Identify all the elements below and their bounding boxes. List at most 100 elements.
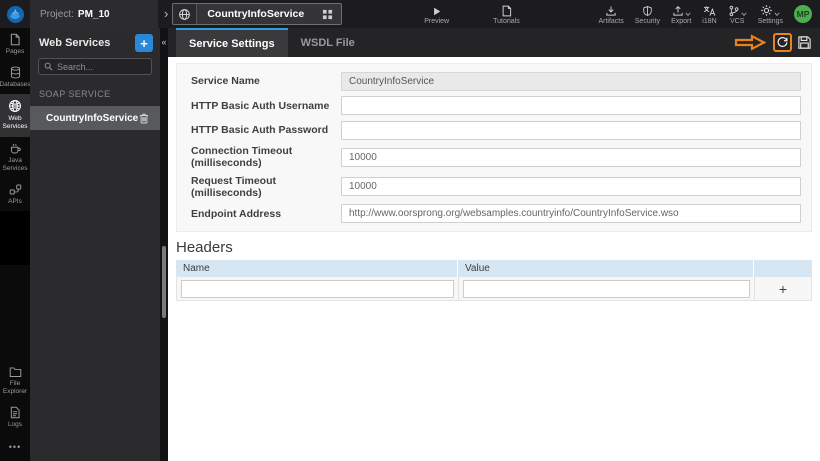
save-button[interactable] <box>797 35 812 50</box>
vcs-button[interactable]: VCS <box>728 4 747 25</box>
download-icon <box>605 4 617 17</box>
chevron-down-icon <box>774 11 780 16</box>
sidebar-item-file-explorer[interactable]: File Explorer <box>0 361 30 401</box>
artifacts-label: Artifacts <box>598 17 624 25</box>
refresh-icon <box>777 37 788 47</box>
chevron-down-icon <box>741 11 747 16</box>
request-timeout-label: Request Timeout (milliseconds) <box>191 174 276 199</box>
service-tab-countryinfoservice[interactable]: CountryInfoService <box>172 3 343 25</box>
request-timeout-field[interactable] <box>341 177 801 197</box>
file-explorer-label: File Explorer <box>2 379 28 395</box>
database-icon <box>10 66 20 79</box>
headers-table-head: Name Value <box>176 260 812 277</box>
settings-label: Settings <box>757 17 783 25</box>
header-value-input[interactable] <box>463 279 750 298</box>
i18n-button[interactable]: i18N <box>702 4 717 25</box>
preview-label: Preview <box>424 17 450 25</box>
add-header-row-button[interactable]: + <box>779 282 787 296</box>
tab-service-settings[interactable]: Service Settings <box>176 28 288 57</box>
user-avatar[interactable]: MP <box>794 5 812 23</box>
service-name-label: Service Name <box>191 75 260 88</box>
body: Pages Databases Web Services Java Servic… <box>0 28 820 461</box>
shield-icon <box>642 4 653 17</box>
soap-service-section-title: SOAP SERVICE <box>39 89 111 99</box>
document-icon <box>501 4 512 17</box>
scrollbar-thumb[interactable] <box>162 246 166 318</box>
form-row: Service Name <box>191 71 801 91</box>
headers-table-row: + <box>176 277 812 301</box>
panel-collapse-strip: « <box>160 28 168 461</box>
pages-label: Pages <box>5 48 25 55</box>
left-icon-rail: Pages Databases Web Services Java Servic… <box>0 28 31 461</box>
more-options-icon[interactable]: ••• <box>9 442 21 452</box>
search-input[interactable] <box>57 61 146 72</box>
sidebar-item-web-services[interactable]: Web Services <box>0 94 30 137</box>
sidebar-item-logs[interactable]: Logs <box>0 401 30 434</box>
globe-icon <box>9 100 21 113</box>
name-column-header: Name <box>176 260 458 277</box>
annotation-arrow-icon <box>734 34 766 51</box>
preview-button[interactable]: Preview <box>424 4 449 25</box>
search-icon <box>44 62 53 71</box>
headers-section-title: Headers <box>176 239 233 256</box>
connection-timeout-label: Connection Timeout (milliseconds) <box>191 145 293 170</box>
security-label: Security <box>634 17 661 25</box>
service-search[interactable] <box>38 58 152 75</box>
gear-icon <box>761 4 773 16</box>
headers-table: Name Value + <box>176 260 812 301</box>
settings-button[interactable]: Settings <box>758 4 783 25</box>
web-services-label: Web Services <box>2 115 28 131</box>
http-username-field[interactable] <box>341 96 801 116</box>
grid-switcher-icon[interactable] <box>314 9 341 20</box>
project-selector[interactable]: Project: PM_10 <box>30 0 158 28</box>
http-username-label: HTTP Basic Auth Username <box>191 99 330 112</box>
actions-column-header <box>754 260 812 277</box>
tutorials-button[interactable]: Tutorials <box>493 4 520 25</box>
sidebar-item-apis[interactable]: APIs <box>0 178 30 211</box>
folder-icon <box>9 367 21 377</box>
endpoint-address-label: Endpoint Address <box>191 207 282 220</box>
sidebar-item-java-services[interactable]: Java Services <box>0 137 30 178</box>
add-service-button[interactable]: + <box>135 34 153 52</box>
list-item-countryinfoservice[interactable]: CountryInfoService <box>30 106 160 130</box>
top-bar: Project: PM_10 › CountryInfoService Prev… <box>0 0 820 28</box>
tab-wsdl-file[interactable]: WSDL File <box>288 28 368 57</box>
web-services-panel: Web Services + SOAP SERVICE CountryInfoS… <box>30 28 160 461</box>
export-label: Export <box>671 17 692 25</box>
http-password-label: HTTP Basic Auth Password <box>191 124 329 137</box>
reload-service-button[interactable] <box>773 33 792 52</box>
form-row: Request Timeout (milliseconds) <box>191 175 801 199</box>
logs-label: Logs <box>7 420 23 428</box>
globe-icon <box>173 4 198 24</box>
main-area: Service Settings WSDL File Service Name … <box>168 28 820 461</box>
branch-icon <box>729 5 739 16</box>
service-tab-label: CountryInfoService <box>207 8 305 20</box>
vcs-label: VCS <box>730 17 745 25</box>
project-label: Project: <box>40 8 74 20</box>
play-icon <box>431 4 442 17</box>
topbar-actions: Artifacts Security Export i18N VCS Setti… <box>598 4 820 25</box>
header-name-input[interactable] <box>181 279 454 298</box>
translate-icon <box>703 4 716 17</box>
sidebar-item-pages[interactable]: Pages <box>0 28 30 61</box>
export-button[interactable]: Export <box>671 4 691 25</box>
i18n-label: i18N <box>702 17 717 25</box>
http-password-field[interactable] <box>341 120 801 140</box>
security-button[interactable]: Security <box>635 4 660 25</box>
sidebar-item-databases[interactable]: Databases <box>0 61 31 94</box>
connector-icon <box>9 184 21 195</box>
upload-icon <box>673 5 683 16</box>
java-services-label: Java Services <box>2 156 28 172</box>
service-settings-content: Service Name HTTP Basic Auth Username HT… <box>168 57 820 461</box>
service-settings-form: Service Name HTTP Basic Auth Username HT… <box>176 63 812 232</box>
artifacts-button[interactable]: Artifacts <box>598 4 624 25</box>
endpoint-address-field[interactable] <box>341 204 801 224</box>
apis-label: APIs <box>8 197 22 205</box>
connection-timeout-field[interactable] <box>341 147 801 167</box>
project-name: PM_10 <box>77 8 110 20</box>
form-row: HTTP Basic Auth Username <box>191 96 801 116</box>
rail-divider <box>0 210 30 265</box>
wavemaker-logo[interactable] <box>0 0 30 28</box>
delete-service-icon[interactable] <box>139 112 149 124</box>
collapse-panel-icon[interactable]: « <box>160 34 168 50</box>
